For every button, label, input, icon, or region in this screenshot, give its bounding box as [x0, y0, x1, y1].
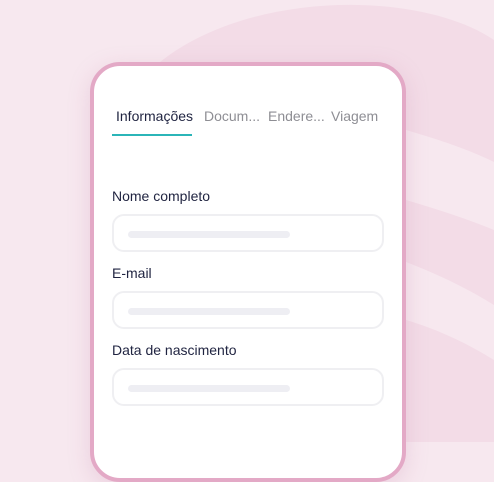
tab-informacoes[interactable]: Informações	[116, 108, 193, 124]
tab-documentos[interactable]: Docum...	[204, 108, 260, 124]
data-nascimento-input[interactable]	[112, 368, 384, 406]
input-placeholder-bar	[128, 231, 290, 238]
input-placeholder-bar	[128, 308, 290, 315]
nome-completo-input[interactable]	[112, 214, 384, 252]
active-tab-indicator	[112, 134, 192, 136]
phone-frame: Informações Docum... Endere... Viagem No…	[90, 62, 406, 482]
email-label: E-mail	[112, 265, 152, 281]
email-input[interactable]	[112, 291, 384, 329]
tab-viagem[interactable]: Viagem	[331, 108, 378, 124]
tab-endereco[interactable]: Endere...	[268, 108, 324, 124]
nome-completo-label: Nome completo	[112, 188, 211, 204]
input-placeholder-bar	[128, 385, 290, 392]
data-nascimento-label: Data de nascimento	[112, 342, 237, 358]
